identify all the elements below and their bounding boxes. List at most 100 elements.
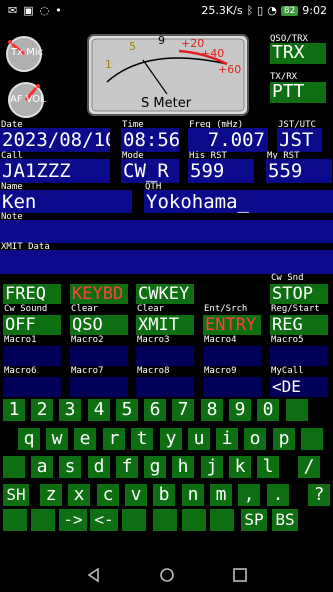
macro8-label: Macro8 bbox=[137, 366, 170, 376]
key-_[interactable]: , bbox=[238, 484, 260, 506]
trx-button[interactable]: TRX bbox=[270, 43, 326, 64]
call-field[interactable]: JA1ZZZ bbox=[0, 159, 110, 183]
key-t[interactable]: t bbox=[131, 428, 153, 450]
macro4-button[interactable] bbox=[203, 346, 261, 366]
macro9-button[interactable] bbox=[203, 377, 261, 397]
back-icon[interactable] bbox=[86, 567, 102, 583]
key-blank[interactable] bbox=[301, 428, 323, 450]
tx-mic-knob[interactable]: Tx Mic bbox=[4, 34, 44, 74]
key-i[interactable]: i bbox=[216, 428, 238, 450]
key-s[interactable]: s bbox=[59, 456, 81, 478]
my-rst-field[interactable]: 559 bbox=[266, 159, 332, 183]
cw-sound-off-button[interactable]: OFF bbox=[3, 315, 61, 335]
key-blank[interactable] bbox=[31, 509, 55, 531]
macro6-button[interactable] bbox=[3, 377, 61, 397]
key-x[interactable]: x bbox=[68, 484, 90, 506]
ptt-button[interactable]: PTT bbox=[270, 82, 326, 103]
key-_[interactable]: . bbox=[267, 484, 289, 506]
key-k[interactable]: k bbox=[229, 456, 251, 478]
key-_[interactable]: ? bbox=[308, 484, 330, 506]
stop-button[interactable]: STOP bbox=[270, 284, 328, 304]
key-v[interactable]: v bbox=[125, 484, 147, 506]
key-o[interactable]: o bbox=[244, 428, 266, 450]
macro1-button[interactable] bbox=[3, 346, 61, 366]
key-y[interactable]: y bbox=[160, 428, 182, 450]
recents-icon[interactable] bbox=[232, 567, 248, 583]
key-j[interactable]: j bbox=[201, 456, 223, 478]
af-vol-label: AF VOL bbox=[10, 94, 46, 105]
freq-field[interactable]: 7.007 bbox=[188, 128, 268, 152]
his-rst-field[interactable]: 599 bbox=[188, 159, 254, 183]
key-a[interactable]: a bbox=[31, 456, 53, 478]
macro5-button[interactable] bbox=[270, 346, 328, 366]
s-meter-label: S Meter bbox=[141, 96, 192, 111]
key-f[interactable]: f bbox=[116, 456, 138, 478]
entry-button[interactable]: ENTRY bbox=[203, 315, 261, 335]
key-z[interactable]: z bbox=[40, 484, 62, 506]
qth-field[interactable]: Yokohama_ bbox=[144, 190, 333, 213]
qso-button[interactable]: QSO bbox=[70, 315, 128, 335]
key-1[interactable]: 1 bbox=[3, 399, 25, 421]
key-7[interactable]: 7 bbox=[172, 399, 194, 421]
key-m[interactable]: m bbox=[210, 484, 232, 506]
key-b[interactable]: b bbox=[153, 484, 175, 506]
freq-button[interactable]: FREQ bbox=[3, 284, 61, 304]
macro7-label: Macro7 bbox=[71, 366, 104, 376]
key-6[interactable]: 6 bbox=[144, 399, 166, 421]
key-0[interactable]: 0 bbox=[257, 399, 279, 421]
key-n[interactable]: n bbox=[182, 484, 204, 506]
key-blank[interactable] bbox=[122, 509, 146, 531]
key-4[interactable]: 4 bbox=[88, 399, 110, 421]
keybd-button[interactable]: KEYBD bbox=[70, 284, 128, 304]
key-l[interactable]: l bbox=[257, 456, 279, 478]
key-p[interactable]: p bbox=[273, 428, 295, 450]
xmit-data-field[interactable] bbox=[0, 250, 333, 274]
macro7-button[interactable] bbox=[70, 377, 128, 397]
key-2[interactable]: 2 bbox=[31, 399, 53, 421]
key-w[interactable]: w bbox=[46, 428, 68, 450]
key-blank[interactable] bbox=[210, 509, 234, 531]
key-3[interactable]: 3 bbox=[59, 399, 81, 421]
note-field[interactable] bbox=[0, 220, 333, 243]
key-c[interactable]: c bbox=[97, 484, 119, 506]
reg-button[interactable]: REG bbox=[270, 315, 328, 335]
af-vol-knob[interactable]: AF VOL bbox=[4, 80, 52, 120]
tz-field[interactable]: JST bbox=[277, 128, 322, 152]
key-blank[interactable] bbox=[153, 509, 177, 531]
key-blank[interactable] bbox=[286, 399, 308, 421]
name-field[interactable]: Ken bbox=[0, 190, 132, 213]
mycall-button[interactable]: <DE bbox=[270, 377, 328, 397]
date-field[interactable]: 2023/08/10 bbox=[0, 128, 110, 152]
macro3-button[interactable] bbox=[136, 346, 194, 366]
key-__[interactable]: <- bbox=[90, 509, 118, 531]
key-blank[interactable] bbox=[3, 509, 27, 531]
key-_[interactable]: / bbox=[298, 456, 320, 478]
xmit-button[interactable]: XMIT bbox=[136, 315, 194, 335]
time-field[interactable]: 08:56 bbox=[121, 128, 179, 152]
macro8-button[interactable] bbox=[136, 377, 194, 397]
mycall-label: MyCall bbox=[271, 366, 304, 376]
cwkey-button[interactable]: CWKEY bbox=[136, 284, 194, 304]
mode-field[interactable]: CW_R bbox=[121, 159, 179, 183]
key-__[interactable]: -> bbox=[59, 509, 87, 531]
key-9[interactable]: 9 bbox=[229, 399, 251, 421]
key-5[interactable]: 5 bbox=[116, 399, 138, 421]
macro2-button[interactable] bbox=[70, 346, 128, 366]
key-g[interactable]: g bbox=[144, 456, 166, 478]
key-blank[interactable] bbox=[182, 509, 206, 531]
key-blank[interactable] bbox=[3, 456, 25, 478]
key-SP[interactable]: SP bbox=[241, 509, 267, 531]
email-icon: ✉ bbox=[8, 4, 18, 17]
key-SH[interactable]: SH bbox=[3, 484, 29, 506]
key-BS[interactable]: BS bbox=[272, 509, 298, 531]
clear-qso-label: Clear bbox=[71, 304, 99, 314]
key-u[interactable]: u bbox=[188, 428, 210, 450]
key-e[interactable]: e bbox=[74, 428, 96, 450]
key-d[interactable]: d bbox=[88, 456, 110, 478]
key-8[interactable]: 8 bbox=[201, 399, 223, 421]
key-h[interactable]: h bbox=[172, 456, 194, 478]
home-icon[interactable] bbox=[159, 567, 175, 583]
key-r[interactable]: r bbox=[103, 428, 125, 450]
s-meter-scale-5: 5 bbox=[129, 40, 136, 53]
key-q[interactable]: q bbox=[18, 428, 40, 450]
